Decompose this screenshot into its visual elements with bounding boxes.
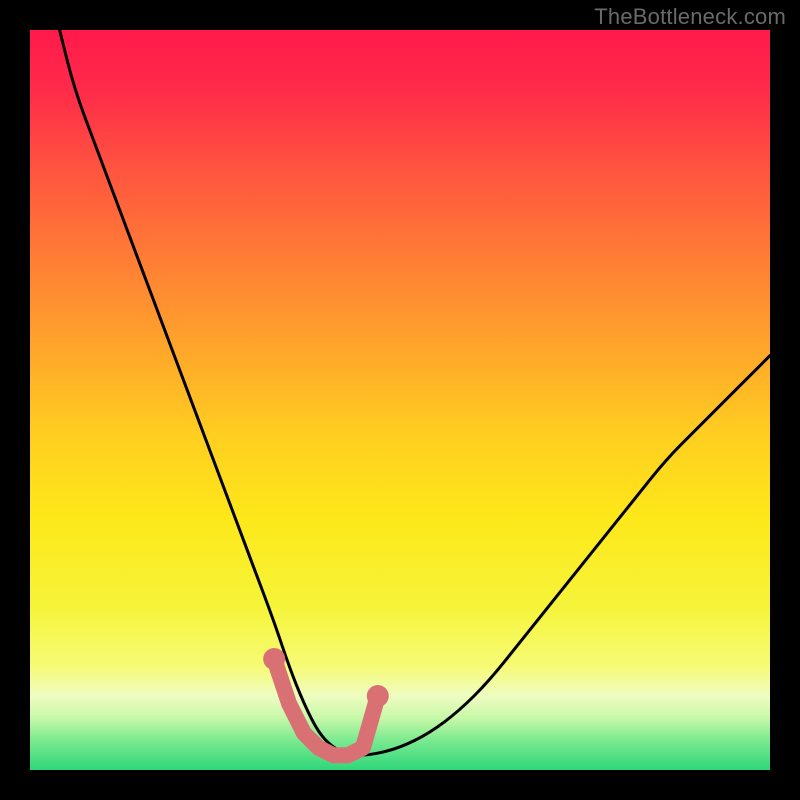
watermark-text: TheBottleneck.com	[594, 4, 786, 30]
sweet-spot-endpoint	[367, 685, 389, 707]
outer-frame: TheBottleneck.com	[0, 0, 800, 800]
sweet-spot-endpoint	[263, 648, 285, 670]
plot-area	[30, 30, 770, 770]
chart-svg	[30, 30, 770, 770]
gradient-background	[30, 30, 770, 770]
